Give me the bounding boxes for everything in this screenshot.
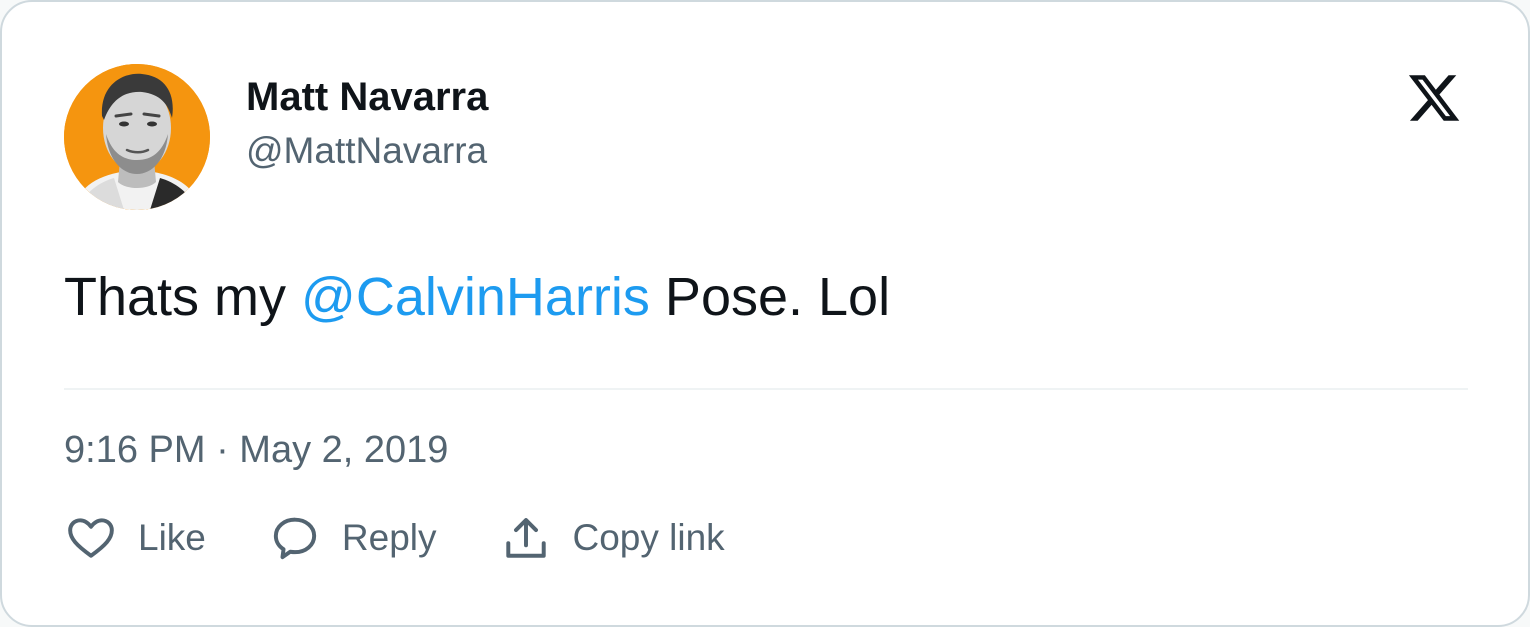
tweet-text: Thats my @CalvinHarris Pose. Lol xyxy=(64,262,890,332)
like-label: Like xyxy=(138,517,206,558)
speech-bubble-icon xyxy=(273,517,317,560)
author-handle[interactable]: @MattNavarra xyxy=(246,127,488,175)
tweet-text-after: Pose. Lol xyxy=(649,267,891,327)
reply-button[interactable]: Reply xyxy=(270,513,437,563)
author-display-name[interactable]: Matt Navarra xyxy=(246,73,488,121)
author-names: Matt Navarra @MattNavarra xyxy=(246,73,488,175)
copy-link-label: Copy link xyxy=(572,517,725,558)
x-logo-icon[interactable] xyxy=(1406,70,1462,126)
tweet-actions: Like Reply Copy link xyxy=(66,512,789,564)
like-button[interactable]: Like xyxy=(66,513,206,563)
reply-label: Reply xyxy=(341,517,437,558)
tweet-text-before: Thats my xyxy=(64,267,302,327)
avatar-portrait xyxy=(64,64,210,210)
heart-icon xyxy=(68,518,114,558)
avatar[interactable] xyxy=(64,64,210,210)
divider xyxy=(64,388,1468,390)
tweet-header: Matt Navarra @MattNavarra xyxy=(64,64,488,210)
tweet-card: Matt Navarra @MattNavarra Thats my @Calv… xyxy=(0,0,1530,627)
share-upload-icon xyxy=(505,518,546,558)
mention-link[interactable]: @CalvinHarris xyxy=(301,267,650,327)
copy-link-button[interactable]: Copy link xyxy=(501,513,725,563)
tweet-timestamp[interactable]: 9:16 PM · May 2, 2019 xyxy=(64,426,448,474)
